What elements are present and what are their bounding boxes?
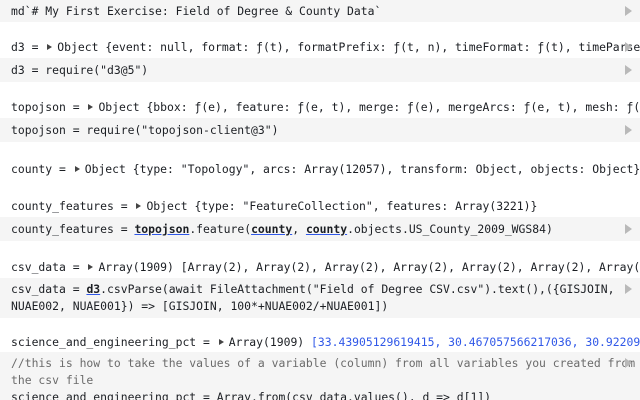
- d3-code: d3 = require("d3@5"): [11, 63, 149, 77]
- science-pct-code-cell[interactable]: //this is how to take the values of a va…: [0, 352, 640, 400]
- code-text: NUAE002, NUAE001}) => [GISJOIN, 100*+NUA…: [11, 299, 389, 313]
- csv-output-name: csv_data =: [11, 260, 87, 274]
- code-text: science_and_engineering_pct = Array.from…: [11, 390, 492, 400]
- md-source: md`# My First Exercise: Field of Degree …: [11, 4, 382, 18]
- county-features-output-body: {type: "FeatureCollection", features: Ar…: [194, 199, 538, 213]
- county-features-output-type: Object: [146, 199, 188, 213]
- expand-triangle-icon[interactable]: [136, 203, 142, 209]
- csv-code-cell[interactable]: csv_data = d3.csvParse(await FileAttachm…: [0, 278, 640, 318]
- topojson-output[interactable]: topojson = Object {bbox: ƒ(e), feature: …: [0, 96, 640, 118]
- csv-output-body: [Array(2), Array(2), Array(2), Array(2),…: [180, 260, 640, 274]
- run-cell-icon[interactable]: [625, 358, 632, 368]
- science-pct-output[interactable]: science_and_engineering_pct = Array(1909…: [0, 332, 640, 352]
- county-features-output[interactable]: county_features = Object {type: "Feature…: [0, 195, 640, 217]
- expand-triangle-icon[interactable]: [218, 339, 224, 345]
- code-text: .csvParse(await FileAttachment("Field of…: [100, 282, 615, 296]
- sci-output-name: science_and_engineering_pct =: [11, 335, 217, 349]
- expand-triangle-icon[interactable]: [88, 264, 94, 270]
- sci-output-body: [33.43905129619415, 30.467057566217036, …: [311, 335, 640, 349]
- topojson-output-body: {bbox: ƒ(e), feature: ƒ(e, t), merge: ƒ(…: [146, 100, 640, 114]
- code-text: .feature(: [189, 222, 252, 236]
- county-reference[interactable]: county: [251, 222, 292, 236]
- csv-output-type: Array(1909): [98, 260, 174, 274]
- topojson-output-type: Object: [98, 100, 140, 114]
- county-reference[interactable]: county: [306, 222, 347, 236]
- county-features-output-name: county_features =: [11, 199, 135, 213]
- code-text: ,: [292, 222, 306, 236]
- code-comment: //this is how to take the values of a va…: [11, 356, 636, 370]
- code-comment: the csv file: [11, 373, 94, 387]
- expand-triangle-icon[interactable]: [74, 166, 80, 172]
- topojson-output-name: topojson =: [11, 100, 87, 114]
- topojson-reference[interactable]: topojson: [134, 222, 189, 236]
- county-output-type: Object: [84, 162, 126, 176]
- expand-triangle-icon[interactable]: [88, 104, 94, 110]
- county-output-name: county =: [11, 162, 73, 176]
- code-text: county_features =: [11, 222, 135, 236]
- run-cell-icon[interactable]: [625, 125, 632, 135]
- topojson-code-cell[interactable]: topojson = require("topojson-client@3"): [0, 118, 640, 142]
- d3-code-cell[interactable]: d3 = require("d3@5"): [0, 58, 640, 82]
- run-cell-icon[interactable]: [625, 65, 632, 75]
- d3-output-body: {event: null, format: ƒ(t), formatPrefix…: [105, 40, 640, 54]
- d3-output[interactable]: d3 = Object {event: null, format: ƒ(t), …: [0, 36, 640, 58]
- expand-triangle-icon[interactable]: [47, 44, 53, 50]
- county-features-code-cell[interactable]: county_features = topojson.feature(count…: [0, 217, 640, 241]
- d3-output-type: Object: [57, 40, 99, 54]
- run-cell-icon[interactable]: [625, 42, 632, 52]
- sci-output-type: Array(1909): [228, 335, 305, 349]
- code-text: csv_data =: [11, 282, 87, 296]
- run-cell-icon[interactable]: [625, 6, 632, 16]
- d3-reference[interactable]: d3: [86, 282, 100, 296]
- d3-output-name: d3 =: [11, 40, 46, 54]
- code-text: .objects.US_County_2009_WGS84): [347, 222, 553, 236]
- run-cell-icon[interactable]: [625, 224, 632, 234]
- county-output-body: {type: "Topology", arcs: Array(12057), t…: [132, 162, 640, 176]
- md-cell[interactable]: md`# My First Exercise: Field of Degree …: [0, 0, 640, 22]
- csv-data-output[interactable]: csv_data = Array(1909) [Array(2), Array(…: [0, 256, 640, 278]
- topojson-code: topojson = require("topojson-client@3"): [11, 123, 279, 137]
- county-output[interactable]: county = Object {type: "Topology", arcs:…: [0, 158, 640, 180]
- run-cell-icon[interactable]: [625, 284, 632, 294]
